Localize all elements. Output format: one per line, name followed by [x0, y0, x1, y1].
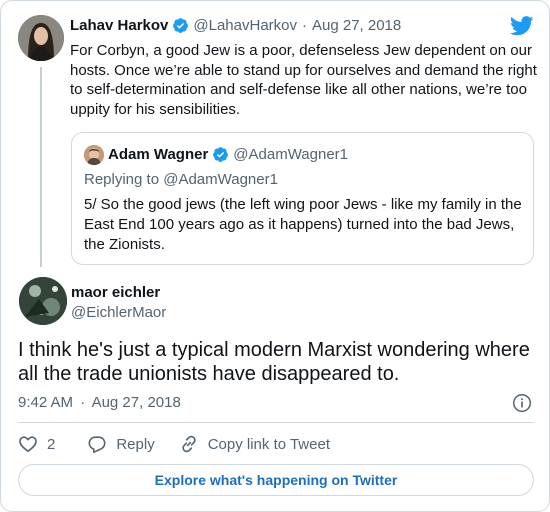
timestamp-separator: · — [80, 394, 86, 411]
author-handle[interactable]: @LahavHarkov — [193, 17, 297, 34]
thread-connector-line — [40, 67, 42, 267]
explore-twitter-button[interactable]: Explore what's happening on Twitter — [18, 464, 534, 496]
quoted-tweet[interactable]: Adam Wagner @AdamWagner1 Replying to @Ad… — [71, 132, 534, 265]
reply-author-name[interactable]: maor eichler — [71, 283, 166, 303]
tweet-date[interactable]: Aug 27, 2018 — [312, 17, 401, 34]
reply-label: Reply — [116, 435, 155, 453]
verified-badge-icon — [213, 147, 229, 162]
tweet-actions: 2 Reply Copy link to Tweet — [18, 433, 330, 455]
quoted-tweet-text: 5/ So the good jews (the left wing poor … — [84, 196, 522, 253]
replying-to-text: Replying to @AdamWagner1 — [84, 171, 278, 188]
verified-badge-icon — [173, 18, 189, 33]
info-icon[interactable] — [512, 393, 532, 413]
copy-link-label: Copy link to Tweet — [207, 435, 330, 453]
heart-icon — [19, 436, 37, 452]
original-tweet-header: Lahav Harkov @LahavHarkov · Aug 27, 2018 — [70, 17, 401, 34]
reply-tweet-text: I think he's just a typical modern Marxi… — [18, 339, 530, 385]
original-tweet-text: For Corbyn, a good Jew is a poor, defens… — [70, 42, 537, 118]
like-button[interactable]: 2 — [18, 434, 55, 454]
quoted-author-handle[interactable]: @AdamWagner1 — [233, 146, 348, 163]
avatar-lahav-harkov[interactable] — [18, 15, 64, 61]
tweet-date: Aug 27, 2018 — [91, 394, 181, 411]
twitter-bird-icon[interactable] — [510, 16, 534, 36]
tweet-timestamp[interactable]: 9:42 AM · Aug 27, 2018 — [18, 394, 181, 411]
copy-link-button[interactable]: Copy link to Tweet — [179, 434, 330, 454]
author-name[interactable]: Lahav Harkov — [70, 17, 168, 34]
quoted-tweet-header: Adam Wagner @AdamWagner1 — [108, 146, 348, 163]
tweet-time: 9:42 AM — [18, 394, 74, 411]
divider — [18, 422, 534, 423]
reply-bubble-icon — [88, 436, 106, 453]
link-icon — [182, 435, 196, 453]
reply-button[interactable]: Reply — [87, 434, 155, 454]
avatar-maor-eichler[interactable] — [19, 277, 67, 325]
quoted-author-name[interactable]: Adam Wagner — [108, 146, 208, 163]
reply-author-handle[interactable]: @EichlerMaor — [71, 303, 166, 323]
header-separator: · — [302, 17, 307, 34]
like-count: 2 — [47, 435, 56, 453]
embedded-tweet-card: Lahav Harkov @LahavHarkov · Aug 27, 2018… — [0, 0, 550, 512]
avatar-adam-wagner[interactable] — [84, 145, 104, 165]
reply-tweet-header: maor eichler @EichlerMaor — [71, 283, 166, 323]
